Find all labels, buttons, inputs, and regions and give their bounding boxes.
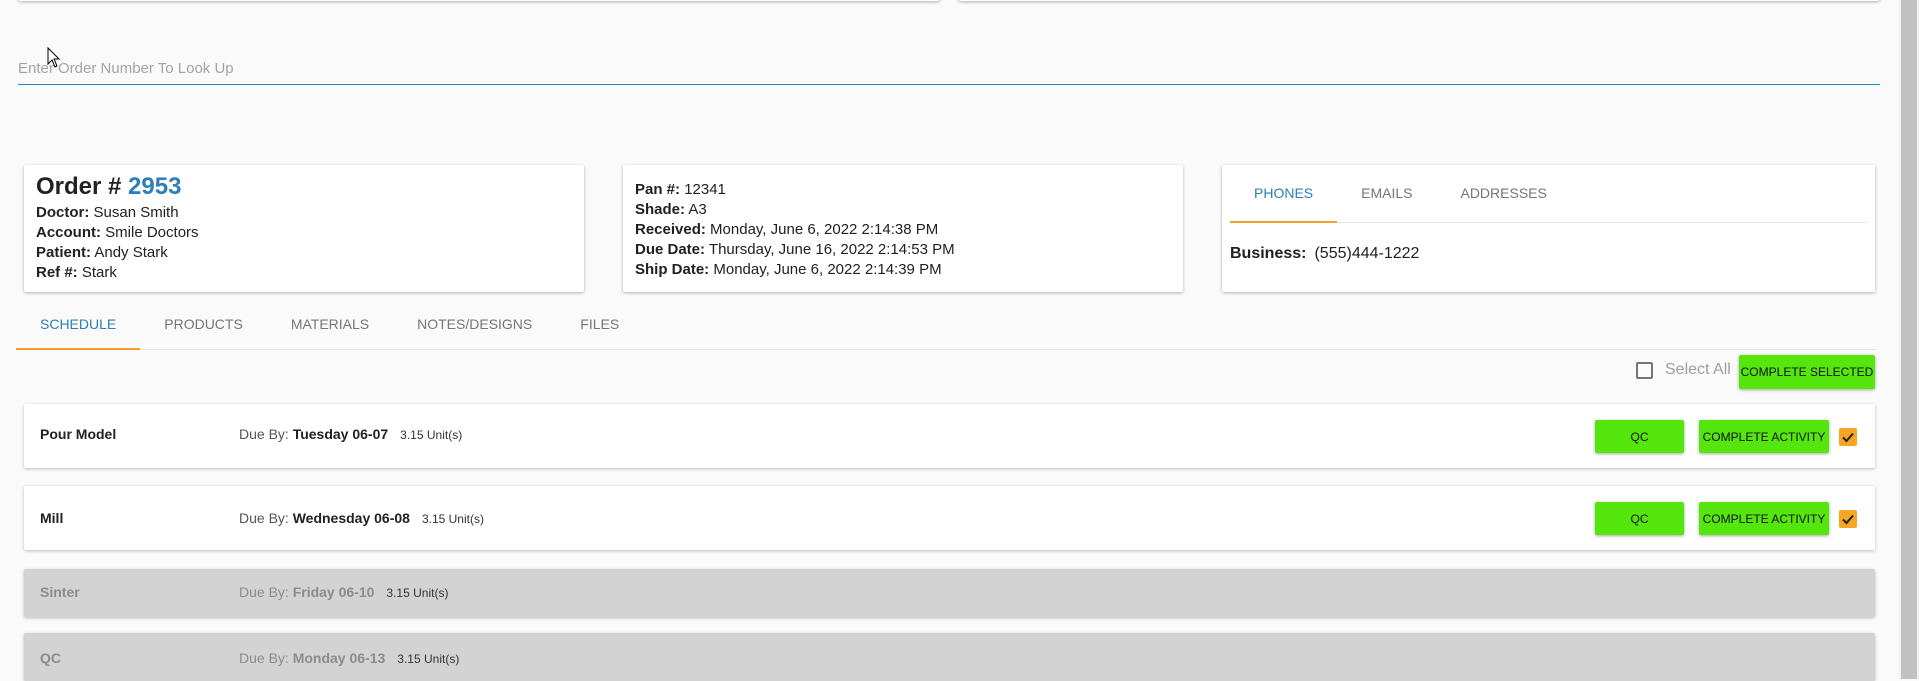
order-number: 2953	[128, 173, 182, 200]
complete-activity-button[interactable]: COMPLETE ACTIVITY	[1699, 420, 1829, 453]
ship-date-line: Ship Date: Monday, June 6, 2022 2:14:39 …	[635, 261, 942, 278]
activity-name: QC	[40, 650, 61, 666]
top-card-right	[958, 0, 1880, 1]
check-icon	[1842, 432, 1854, 443]
check-icon	[1842, 514, 1854, 525]
contact-card: PHONES EMAILS ADDRESSES Business: (555)44…	[1222, 165, 1875, 292]
scrollbar-thumb[interactable]	[1901, 0, 1917, 679]
activity-row: Mill Due By: Wednesday 06-08 3.15 Unit(s)…	[24, 486, 1875, 550]
complete-selected-button[interactable]: COMPLETE SELECTED	[1739, 355, 1875, 389]
activity-row: Pour Model Due By: Tuesday 06-07 3.15 Uni…	[24, 404, 1875, 468]
due-date-line: Due Date: Thursday, June 16, 2022 2:14:5…	[635, 241, 955, 258]
activity-due: Due By: Monday 06-13 3.15 Unit(s)	[239, 650, 460, 666]
select-all-checkbox[interactable]	[1636, 361, 1653, 379]
qc-button[interactable]: QC	[1595, 420, 1684, 453]
patient-line: Patient: Andy Stark	[36, 244, 168, 261]
activity-due: Due By: Friday 06-10 3.15 Unit(s)	[239, 584, 449, 600]
received-line: Received: Monday, June 6, 2022 2:14:38 P…	[635, 221, 939, 238]
activity-checkbox[interactable]	[1839, 428, 1857, 446]
mouse-cursor-icon	[47, 47, 61, 68]
activity-row: Sinter Due By: Friday 06-10 3.15 Unit(s)	[24, 569, 1875, 617]
tab-files[interactable]: FILES	[556, 304, 643, 349]
shade-line: Shade: A3	[635, 201, 707, 218]
tab-phones[interactable]: PHONES	[1230, 165, 1338, 223]
select-all[interactable]: Select All	[1636, 361, 1731, 379]
tab-schedule[interactable]: SCHEDULE	[16, 304, 141, 350]
account-line: Account: Smile Doctors	[36, 224, 199, 241]
doctor-line: Doctor: Susan Smith	[36, 204, 179, 221]
activity-checkbox[interactable]	[1839, 510, 1857, 528]
tab-addresses[interactable]: ADDRESSES	[1436, 165, 1570, 222]
activity-name: Pour Model	[40, 426, 117, 442]
select-all-label: Select All	[1665, 361, 1731, 378]
tab-notes-designs[interactable]: NOTES/DESIGNS	[393, 304, 556, 349]
tab-materials[interactable]: MATERIALS	[267, 304, 393, 349]
business-phone-line: Business: (555)444-1222	[1230, 245, 1420, 262]
scrollbar[interactable]	[1899, 0, 1919, 679]
order-info-card: Order # 2953 Doctor: Susan Smith Account…	[24, 165, 584, 292]
order-title: Order # 2953	[36, 173, 182, 200]
tab-emails[interactable]: EMAILS	[1337, 165, 1436, 222]
complete-activity-button[interactable]: COMPLETE ACTIVITY	[1699, 502, 1829, 535]
tab-products[interactable]: PRODUCTS	[140, 304, 267, 349]
business-phone: (555)444-1222	[1314, 245, 1420, 262]
pan-info-card: Pan #: 12341 Shade: A3 Received: Monday,…	[623, 165, 1183, 292]
activity-name: Mill	[40, 510, 64, 526]
contact-tabs: PHONES EMAILS ADDRESSES	[1230, 165, 1867, 223]
ref-line: Ref #: Stark	[36, 264, 117, 281]
activity-due: Due By: Tuesday 06-07 3.15 Unit(s)	[239, 426, 463, 442]
activity-name: Sinter	[40, 584, 80, 600]
activity-due: Due By: Wednesday 06-08 3.15 Unit(s)	[239, 510, 484, 526]
order-tabs: SCHEDULE PRODUCTS MATERIALS NOTES/DESIGN…	[16, 304, 1876, 350]
top-card-left	[18, 0, 940, 1]
activity-row: QC Due By: Monday 06-13 3.15 Unit(s)	[24, 633, 1875, 681]
order-lookup-input[interactable]	[18, 52, 1880, 85]
qc-button[interactable]: QC	[1595, 502, 1684, 535]
pan-line: Pan #: 12341	[635, 181, 726, 198]
